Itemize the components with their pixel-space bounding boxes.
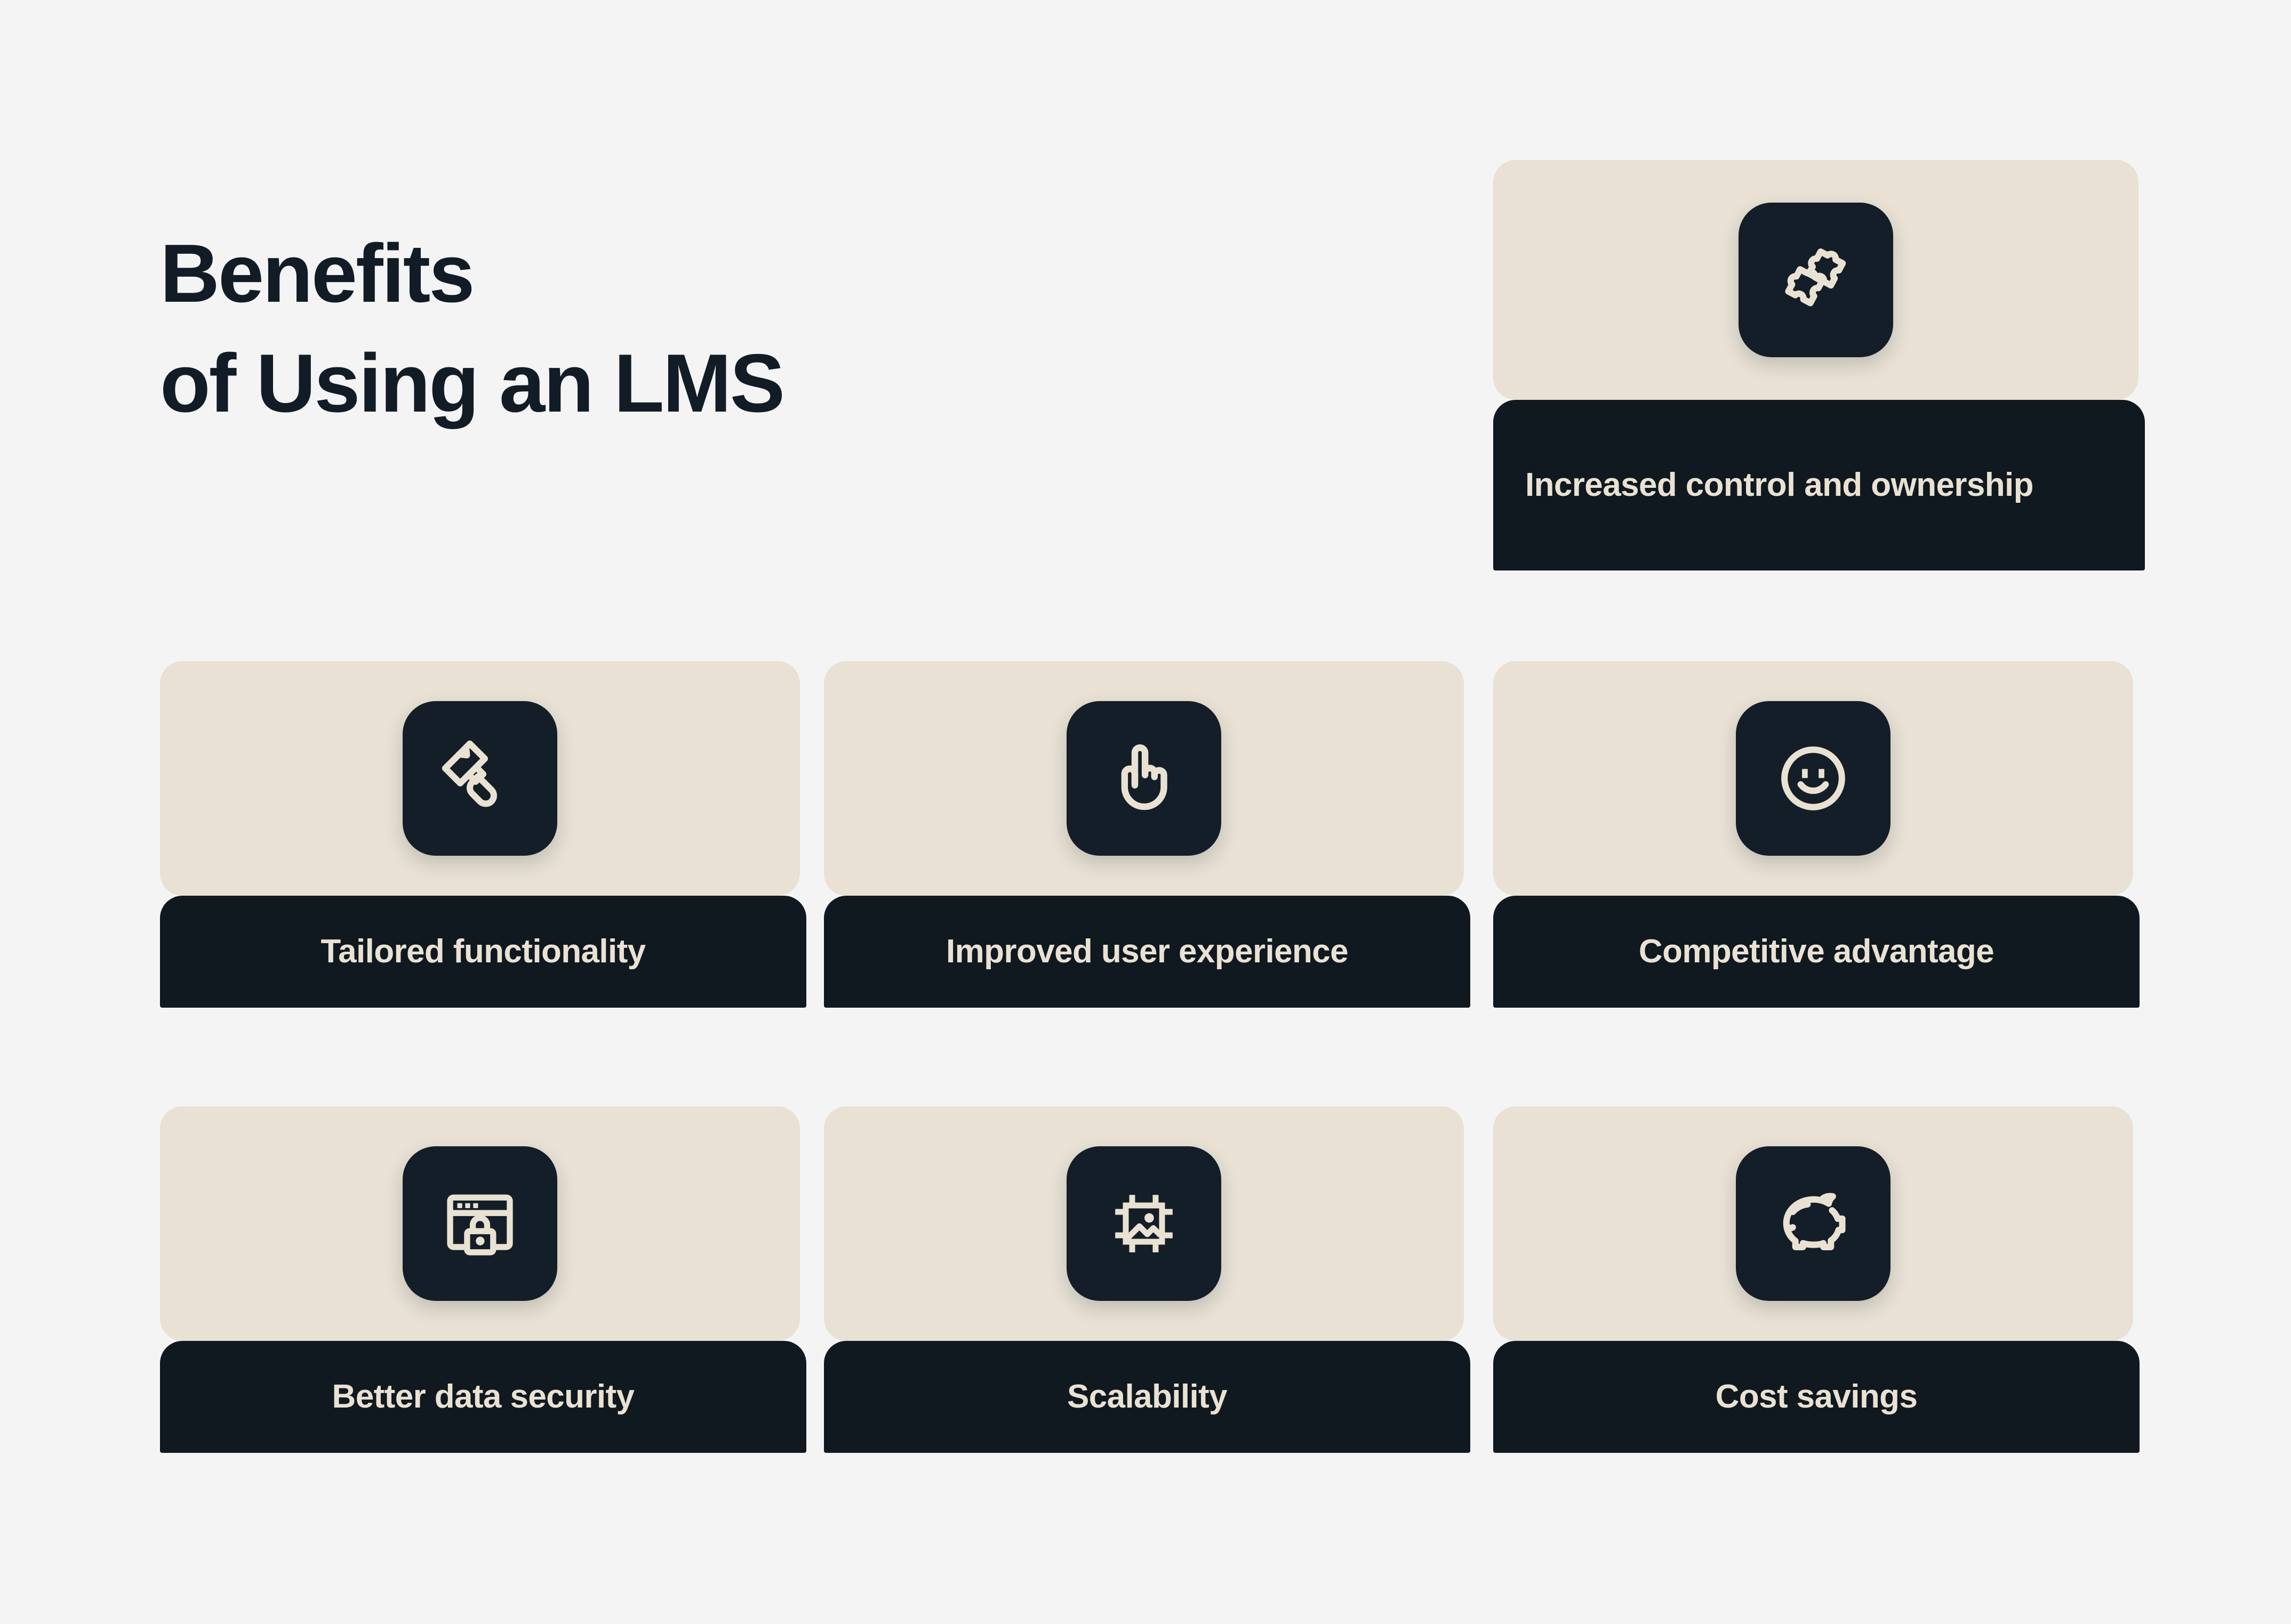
page-title-line-1: Benefits [160,227,475,319]
card-better-data-security[interactable]: Better data security [160,1106,806,1453]
card-label: Competitive advantage [1493,896,2140,1008]
paint-brush-icon [435,733,525,824]
card-increased-control-and-ownership[interactable]: Increased control and ownership [1493,160,2145,570]
card-media [160,1106,800,1341]
card-label-text: Increased control and ownership [1525,467,2034,504]
card-media [1493,160,2138,400]
card-label: Increased control and ownership [1493,400,2145,570]
smiley-face-icon [1768,733,1859,824]
card-improved-user-experience[interactable]: Improved user experience [824,661,1470,1008]
card-label-text: Better data security [332,1378,635,1416]
card-label: Tailored functionality [160,896,806,1008]
card-cost-savings[interactable]: Cost savings [1493,1106,2140,1453]
puzzle-piece-icon [1771,235,1861,325]
piggy-bank-icon [1768,1178,1859,1269]
icon-tile [1067,1146,1221,1301]
card-scalability[interactable]: Scalability [824,1106,1470,1453]
card-label-text: Competitive advantage [1638,933,1994,970]
icon-tile [1067,701,1221,856]
icon-tile [403,1146,557,1301]
card-competitive-advantage[interactable]: Competitive advantage [1493,661,2140,1008]
icon-tile [1736,1146,1891,1301]
card-label-text: Improved user experience [946,933,1349,970]
card-tailored-functionality[interactable]: Tailored functionality [160,661,806,1008]
browser-lock-icon [435,1178,525,1269]
page-title: Benefits of Using an LMS [160,219,1120,438]
card-label-text: Tailored functionality [321,933,646,970]
card-label-text: Scalability [1067,1378,1228,1416]
infographic-canvas: Benefits of Using an LMS Increased contr… [0,0,2291,1624]
icon-tile [1739,203,1893,357]
card-label: Better data security [160,1341,806,1453]
card-label: Improved user experience [824,896,1470,1008]
card-label: Scalability [824,1341,1470,1453]
page-title-line-2: of Using an LMS [160,337,785,430]
card-media [824,1106,1464,1341]
card-label: Cost savings [1493,1341,2140,1453]
image-resize-icon [1099,1178,1189,1269]
card-media [160,661,800,896]
card-label-text: Cost savings [1715,1378,1918,1416]
icon-tile [403,701,557,856]
card-media [1493,1106,2133,1341]
card-media [1493,661,2133,896]
card-media [824,661,1464,896]
pointing-hand-icon [1099,733,1189,824]
icon-tile [1736,701,1891,856]
